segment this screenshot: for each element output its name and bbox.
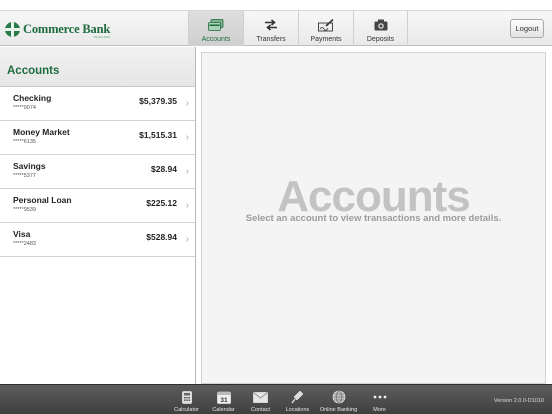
toolbar-more[interactable]: More (361, 385, 398, 414)
chevron-right-icon: › (185, 234, 189, 245)
account-row-visa[interactable]: Visa *****2483 $528.94 › (0, 223, 195, 257)
toolbar-locations[interactable]: Locations (279, 385, 316, 414)
payments-icon (318, 18, 334, 32)
account-number: *****5377 (13, 173, 36, 179)
sidebar-header: Accounts (0, 47, 195, 87)
accounts-sidebar: Accounts Checking *****9074 $5,379.35 › … (0, 47, 196, 384)
account-number: *****2483 (13, 241, 36, 247)
status-strip (0, 0, 552, 11)
account-balance: $528.94 (146, 232, 177, 242)
account-name: Savings (13, 161, 46, 171)
account-balance: $5,379.35 (139, 96, 177, 106)
toolbar-locations-label: Locations (285, 407, 310, 413)
main-nav: Accounts Transfers Payments Deposits (188, 11, 408, 46)
toolbar-calendar[interactable]: 31 Calendar (205, 385, 242, 414)
account-name: Checking (13, 93, 52, 103)
chevron-right-icon: › (185, 98, 189, 109)
location-pin-icon (291, 390, 304, 404)
brand-name: Commerce Bank Member FDIC (23, 21, 111, 39)
empty-state-message: Select an account to view transactions a… (245, 213, 502, 224)
chevron-right-icon: › (185, 166, 189, 177)
calendar-icon: 31 (216, 390, 231, 404)
version-label: Version 2.0.0-D1010 (493, 398, 544, 404)
tab-transfers-label: Transfers (256, 36, 286, 43)
tab-payments-label: Payments (310, 36, 342, 43)
account-name: Money Market (13, 127, 70, 137)
tab-payments[interactable]: Payments (298, 11, 353, 46)
accounts-icon (208, 18, 224, 32)
camera-icon (373, 18, 389, 32)
tab-accounts-label: Accounts (201, 36, 231, 43)
account-row-savings[interactable]: Savings *****5377 $28.94 › (0, 155, 195, 189)
account-name: Visa (13, 229, 31, 239)
account-balance: $1,515.31 (139, 130, 177, 140)
tab-accounts[interactable]: Accounts (188, 11, 243, 46)
envelope-icon (253, 390, 268, 404)
detail-panel: Accounts Select an account to view trans… (201, 52, 546, 384)
account-number: *****9074 (13, 105, 36, 111)
account-number: *****9539 (13, 207, 36, 213)
toolbar-calendar-label: Calendar (212, 407, 235, 413)
account-row-money-market[interactable]: Money Market *****6135 $1,515.31 › (0, 121, 195, 155)
logout-button[interactable]: Logout (510, 19, 544, 38)
account-balance: $28.94 (151, 164, 177, 174)
brand-globe-icon (5, 21, 20, 37)
tab-deposits[interactable]: Deposits (353, 11, 408, 46)
toolbar-online-banking[interactable]: Online Banking (316, 385, 361, 414)
toolbar-online-banking-label: Online Banking (319, 407, 358, 413)
transfers-icon (263, 18, 279, 32)
more-dots-icon (373, 390, 387, 404)
toolbar-more-label: More (373, 407, 386, 413)
globe-icon (332, 390, 346, 404)
chevron-right-icon: › (185, 132, 189, 143)
account-number: *****6135 (13, 139, 36, 145)
calculator-icon (181, 390, 192, 404)
account-row-checking[interactable]: Checking *****9074 $5,379.35 › (0, 87, 195, 121)
bottom-toolbar: Calculator 31 Calendar Contact Locations… (0, 384, 552, 414)
toolbar-contact-label: Contact (251, 407, 270, 413)
toolbar-calculator[interactable]: Calculator (168, 385, 205, 414)
tab-transfers[interactable]: Transfers (243, 11, 298, 46)
toolbar-contact[interactable]: Contact (242, 385, 279, 414)
account-name: Personal Loan (13, 195, 72, 205)
brand-tagline: Member FDIC (93, 34, 111, 39)
app-header: Commerce Bank Member FDIC Accounts Trans… (0, 11, 552, 46)
calendar-day: 31 (220, 397, 228, 404)
account-row-personal-loan[interactable]: Personal Loan *****9539 $225.12 › (0, 189, 195, 223)
toolbar-items: Calculator 31 Calendar Contact Locations… (168, 385, 398, 414)
chevron-right-icon: › (185, 200, 189, 211)
brand-logo: Commerce Bank Member FDIC (5, 20, 111, 39)
toolbar-calculator-label: Calculator (174, 407, 199, 413)
sidebar-title: Accounts (7, 65, 60, 77)
account-balance: $225.12 (146, 198, 177, 208)
tab-deposits-label: Deposits (366, 36, 395, 43)
